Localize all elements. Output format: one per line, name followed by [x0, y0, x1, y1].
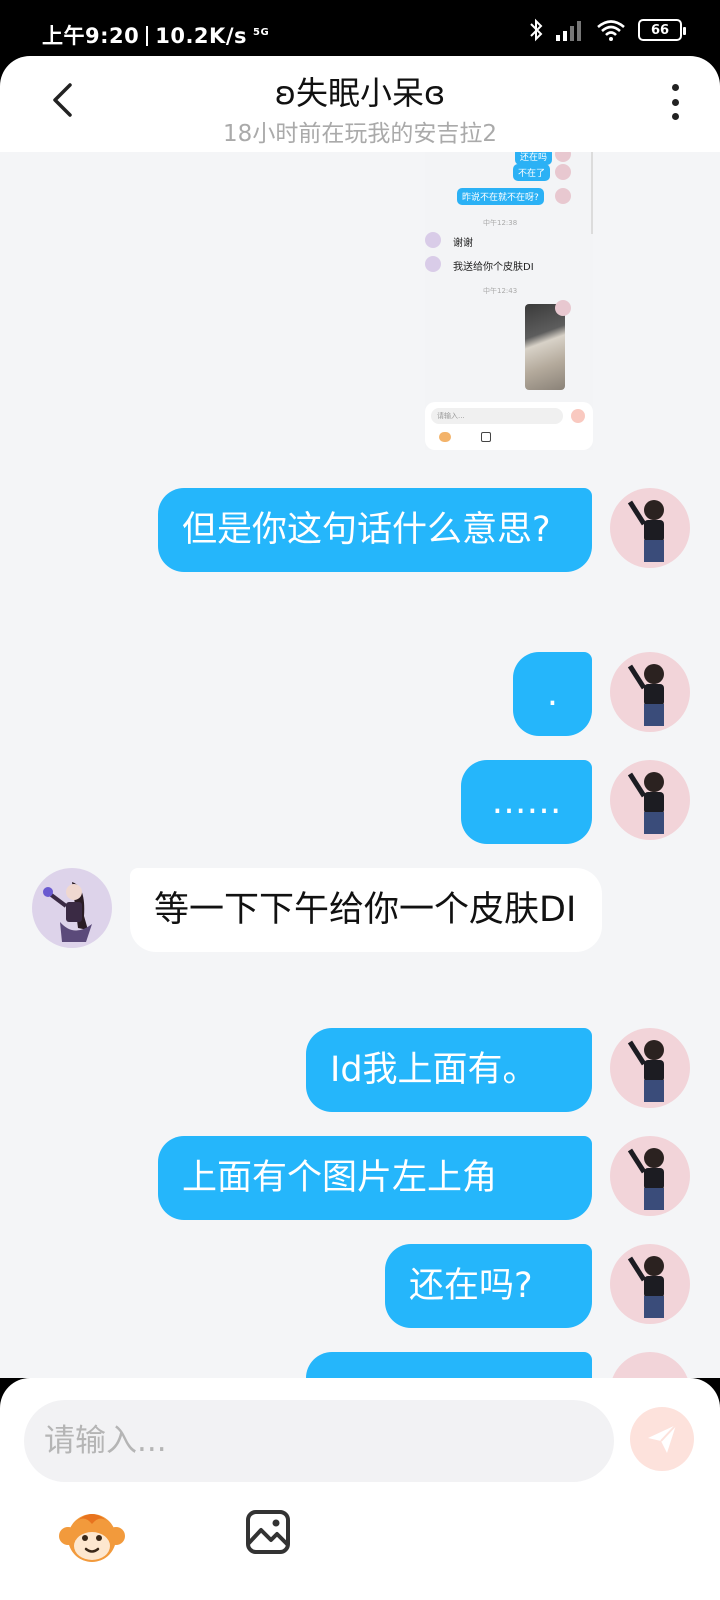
- my-avatar[interactable]: [610, 760, 690, 840]
- dot: [671, 113, 679, 120]
- my-avatar[interactable]: [610, 1244, 690, 1324]
- my-avatar[interactable]: [610, 1136, 690, 1216]
- avatar-figure-icon: [627, 500, 664, 562]
- network-speed: 10.2K/s: [155, 24, 247, 48]
- input-bar: [0, 1378, 720, 1600]
- send-button[interactable]: [630, 1407, 694, 1471]
- battery-level: 66: [650, 22, 670, 38]
- mini-timestamp: 中午12:38: [483, 219, 518, 227]
- emoji-button[interactable]: [56, 1502, 128, 1574]
- wifi-icon: [597, 20, 625, 41]
- dot: [671, 98, 679, 106]
- mini-message: 我送给你个皮肤DI: [453, 262, 534, 273]
- contact-name: ʚ失眠小呆ɞ: [274, 74, 446, 112]
- message-bubble-sent[interactable]: 还在吗?: [385, 1244, 592, 1328]
- my-avatar[interactable]: [610, 488, 690, 568]
- message-bubble-sent[interactable]: 但是你这句话什么意思?: [158, 488, 592, 572]
- contact-status: 18小时前在玩我的安吉拉2: [223, 121, 497, 147]
- mini-message: 昨说不在就不在呀?: [457, 188, 544, 205]
- mini-input-field: 请输入...: [431, 408, 563, 424]
- divider: [591, 152, 593, 234]
- message-bubble-sent[interactable]: ……: [461, 760, 592, 844]
- contact-avatar[interactable]: [32, 868, 112, 948]
- avatar: [555, 300, 571, 316]
- battery-icon: 66: [638, 19, 686, 41]
- chat-area[interactable]: 还在吗 不在了 昨说不在就不在呀? 中午12:38 谢谢 我送给你个皮肤DI 中…: [0, 152, 720, 1378]
- message-bubble-sent[interactable]: Id我上面有。: [306, 1028, 592, 1112]
- message-bubble-sent-partial: [306, 1352, 592, 1378]
- mini-emoji-icon: [439, 432, 451, 442]
- message-bubble-received[interactable]: 等一下下午给你一个皮肤DI: [130, 868, 602, 952]
- my-avatar[interactable]: [610, 1028, 690, 1108]
- avatar: [555, 152, 571, 162]
- signal-icon: [556, 21, 581, 41]
- avatar-figure-icon: [627, 664, 664, 726]
- avatar-figure-icon: [627, 1256, 664, 1318]
- send-icon: [648, 1424, 677, 1453]
- status-bar: 上午9:20 10.2K/s 5G 66: [0, 0, 720, 64]
- avatar: [555, 164, 571, 180]
- mini-send-icon: [571, 409, 585, 423]
- mini-photo: [525, 304, 565, 390]
- avatar-figure-icon: [43, 882, 92, 942]
- dot: [671, 84, 679, 91]
- status-right: 66: [528, 18, 686, 42]
- message-bubble-sent[interactable]: 上面有个图片左上角: [158, 1136, 592, 1220]
- avatar: [425, 256, 441, 272]
- chat-header: ʚ失眠小呆ɞ 18小时前在玩我的安吉拉2: [0, 56, 720, 152]
- avatar: [425, 232, 441, 248]
- mini-input-bar: 请输入...: [425, 402, 593, 450]
- avatar-figure-icon: [627, 1040, 664, 1102]
- my-avatar: [610, 1352, 690, 1378]
- more-options-button[interactable]: [660, 82, 690, 122]
- monkey-emoji-icon: [59, 1514, 125, 1562]
- avatar-figure-icon: [627, 1148, 664, 1210]
- status-time: 上午9:20: [42, 24, 140, 48]
- shared-screenshot-image[interactable]: 还在吗 不在了 昨说不在就不在呀? 中午12:38 谢谢 我送给你个皮肤DI 中…: [425, 152, 593, 450]
- my-avatar[interactable]: [610, 652, 690, 732]
- status-left: 上午9:20 10.2K/s 5G: [42, 20, 269, 50]
- bluetooth-icon: [530, 18, 543, 42]
- message-input[interactable]: [24, 1400, 614, 1482]
- image-icon: [246, 1510, 290, 1554]
- avatar-figure-icon: [627, 772, 664, 834]
- message-bubble-sent[interactable]: .: [513, 652, 592, 736]
- mini-image-icon: [481, 432, 491, 442]
- mini-timestamp: 中午12:43: [483, 287, 518, 295]
- mini-message: 不在了: [513, 164, 551, 181]
- avatar: [555, 188, 571, 204]
- mini-message: 谢谢: [453, 238, 473, 249]
- network-type: 5G: [253, 27, 270, 38]
- image-picker-button[interactable]: [244, 1508, 292, 1556]
